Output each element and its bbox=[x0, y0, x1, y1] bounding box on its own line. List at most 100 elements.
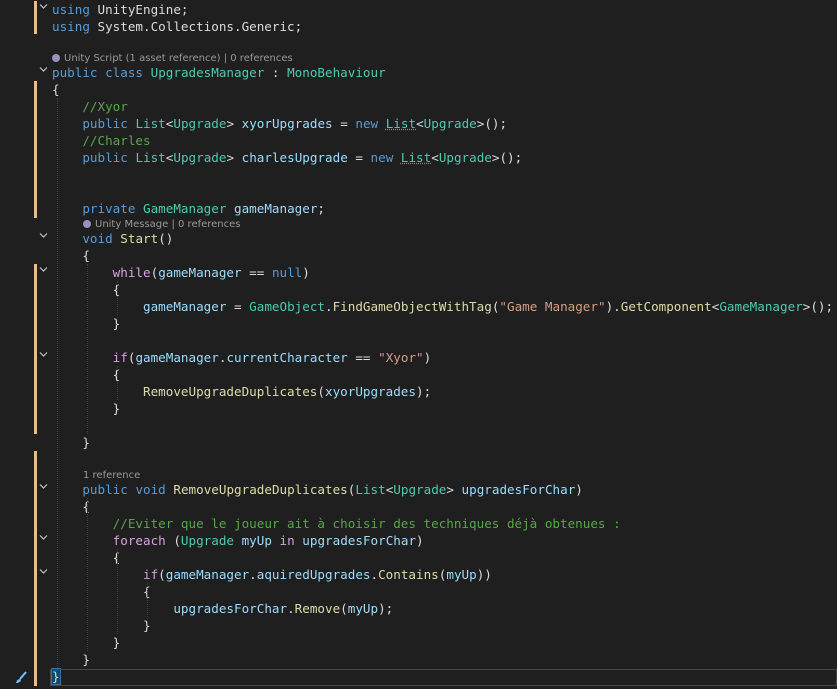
code-line[interactable]: upgradesForChar.Remove(myUp); bbox=[0, 600, 837, 617]
change-marker bbox=[34, 451, 37, 686]
code-line[interactable]: } bbox=[0, 434, 837, 451]
code-text[interactable]: public List<Upgrade> charlesUpgrade = ne… bbox=[52, 149, 522, 166]
code-token: in bbox=[279, 533, 295, 548]
codelens-references[interactable]: Unity Script (1 asset reference) | 0 ref… bbox=[52, 52, 293, 66]
code-line[interactable]: public class UpgradesManager : MonoBehav… bbox=[0, 64, 837, 81]
code-token: : bbox=[264, 65, 288, 80]
code-text[interactable]: { bbox=[52, 81, 60, 98]
code-token: myUp bbox=[241, 533, 272, 548]
code-token: ( bbox=[158, 567, 166, 582]
code-text[interactable]: public List<Upgrade> xyorUpgrades = new … bbox=[52, 115, 507, 132]
code-text[interactable]: using UnityEngine; bbox=[52, 1, 189, 18]
code-token: Upgrade bbox=[173, 150, 227, 165]
code-line[interactable]: //Eviter que le joueur ait à choisir des… bbox=[0, 515, 837, 532]
codelens-references[interactable]: Unity Message | 0 references bbox=[83, 218, 241, 232]
code-text[interactable]: if(gameManager.currentCharacter == "Xyor… bbox=[52, 349, 432, 366]
codelens-text[interactable]: Unity Message | 0 references bbox=[95, 219, 241, 230]
code-text[interactable]: public class UpgradesManager : MonoBehav… bbox=[52, 64, 386, 81]
code-line[interactable]: while(gameManager == null) bbox=[0, 264, 837, 281]
code-text[interactable]: foreach (Upgrade myUp in upgradesForChar… bbox=[52, 532, 424, 549]
code-line[interactable]: //Charles bbox=[0, 132, 837, 149]
fold-chevron-icon[interactable] bbox=[38, 481, 48, 498]
fold-chevron-icon[interactable] bbox=[38, 1, 48, 18]
code-line[interactable] bbox=[0, 166, 837, 183]
code-text[interactable]: //Xyor bbox=[52, 98, 128, 115]
code-token: = bbox=[347, 150, 371, 165]
code-token: . bbox=[324, 299, 333, 314]
code-text[interactable]: RemoveUpgradeDuplicates(xyorUpgrades); bbox=[52, 383, 431, 400]
code-token: . bbox=[287, 601, 295, 616]
code-text[interactable]: { bbox=[52, 583, 151, 600]
code-token: >(); bbox=[476, 116, 508, 131]
code-token: ) bbox=[575, 482, 583, 497]
code-line[interactable]: gameManager = GameObject.FindGameObjectW… bbox=[0, 298, 837, 315]
code-line[interactable]: { bbox=[0, 247, 837, 264]
code-line[interactable] bbox=[0, 417, 837, 434]
code-line[interactable]: } bbox=[0, 400, 837, 417]
fold-chevron-icon[interactable] bbox=[38, 264, 48, 281]
code-line[interactable]: //Xyor bbox=[0, 98, 837, 115]
code-token: public bbox=[82, 482, 128, 497]
code-line[interactable]: if(gameManager.aquiredUpgrades.Contains(… bbox=[0, 566, 837, 583]
code-token: )) bbox=[476, 567, 492, 582]
codelens-references[interactable]: 1 reference bbox=[83, 469, 140, 483]
code-line[interactable]: if(gameManager.currentCharacter == "Xyor… bbox=[0, 349, 837, 366]
code-line[interactable]: using UnityEngine; bbox=[0, 1, 837, 18]
code-line[interactable]: } bbox=[0, 617, 837, 634]
codelens-text[interactable]: Unity Script (1 asset reference) | 0 ref… bbox=[64, 53, 293, 64]
code-token: > bbox=[226, 150, 242, 165]
code-line[interactable]: void Start() bbox=[0, 230, 837, 247]
fold-chevron-icon[interactable] bbox=[38, 64, 48, 81]
code-line[interactable] bbox=[0, 451, 837, 468]
code-text[interactable]: while(gameManager == null) bbox=[52, 264, 310, 281]
code-line[interactable]: { bbox=[0, 366, 837, 383]
code-line[interactable]: { bbox=[0, 81, 837, 98]
code-text[interactable]: //Eviter que le joueur ait à choisir des… bbox=[52, 515, 621, 532]
code-line[interactable]: public List<Upgrade> charlesUpgrade = ne… bbox=[0, 149, 837, 166]
code-editor[interactable]: using UnityEngine; using System.Collectio… bbox=[0, 0, 837, 689]
code-text[interactable]: gameManager = GameObject.FindGameObjectW… bbox=[52, 298, 833, 315]
code-line[interactable]: foreach (Upgrade myUp in upgradesForChar… bbox=[0, 532, 837, 549]
code-token: Upgrade bbox=[423, 116, 477, 131]
code-text[interactable]: void Start() bbox=[52, 230, 173, 247]
codelens-text[interactable]: 1 reference bbox=[83, 470, 140, 481]
code-token: < bbox=[416, 116, 424, 131]
fold-chevron-icon[interactable] bbox=[38, 566, 48, 583]
code-token: void bbox=[135, 482, 166, 497]
indent-guide bbox=[87, 498, 89, 651]
code-token: aquiredUpgrades bbox=[256, 567, 371, 582]
fold-chevron-icon[interactable] bbox=[38, 532, 48, 549]
code-text[interactable]: public void RemoveUpgradeDuplicates(List… bbox=[52, 481, 583, 498]
code-line[interactable]: public List<Upgrade> xyorUpgrades = new … bbox=[0, 115, 837, 132]
code-line[interactable]: } bbox=[0, 315, 837, 332]
code-line[interactable]: RemoveUpgradeDuplicates(xyorUpgrades); bbox=[0, 383, 837, 400]
indent-guide bbox=[87, 264, 89, 434]
code-line[interactable]: } bbox=[0, 651, 837, 668]
code-line[interactable]: private GameManager gameManager; bbox=[0, 200, 837, 217]
code-text[interactable]: using System.Collections.Generic; bbox=[52, 18, 302, 35]
code-token: ( bbox=[317, 384, 325, 399]
code-text[interactable]: private GameManager gameManager; bbox=[52, 200, 325, 217]
fold-chevron-icon[interactable] bbox=[38, 230, 48, 247]
code-text[interactable]: //Charles bbox=[52, 132, 150, 149]
quick-actions-brush-icon[interactable] bbox=[14, 670, 28, 684]
code-text[interactable]: upgradesForChar.Remove(myUp); bbox=[52, 600, 393, 617]
code-line[interactable] bbox=[0, 332, 837, 349]
fold-chevron-icon[interactable] bbox=[38, 349, 48, 366]
code-line[interactable]: { bbox=[0, 281, 837, 298]
code-line[interactable]: } bbox=[0, 634, 837, 651]
code-line[interactable]: { bbox=[0, 498, 837, 515]
code-line[interactable]: { bbox=[0, 583, 837, 600]
code-line[interactable]: { bbox=[0, 549, 837, 566]
code-token: gameManager bbox=[165, 567, 250, 582]
code-token: private bbox=[82, 201, 136, 216]
code-line[interactable]: public void RemoveUpgradeDuplicates(List… bbox=[0, 481, 837, 498]
code-token: Remove bbox=[294, 601, 341, 616]
code-line[interactable] bbox=[0, 183, 837, 200]
code-text[interactable]: } bbox=[52, 617, 151, 634]
code-line[interactable]: using System.Collections.Generic; bbox=[0, 18, 837, 35]
